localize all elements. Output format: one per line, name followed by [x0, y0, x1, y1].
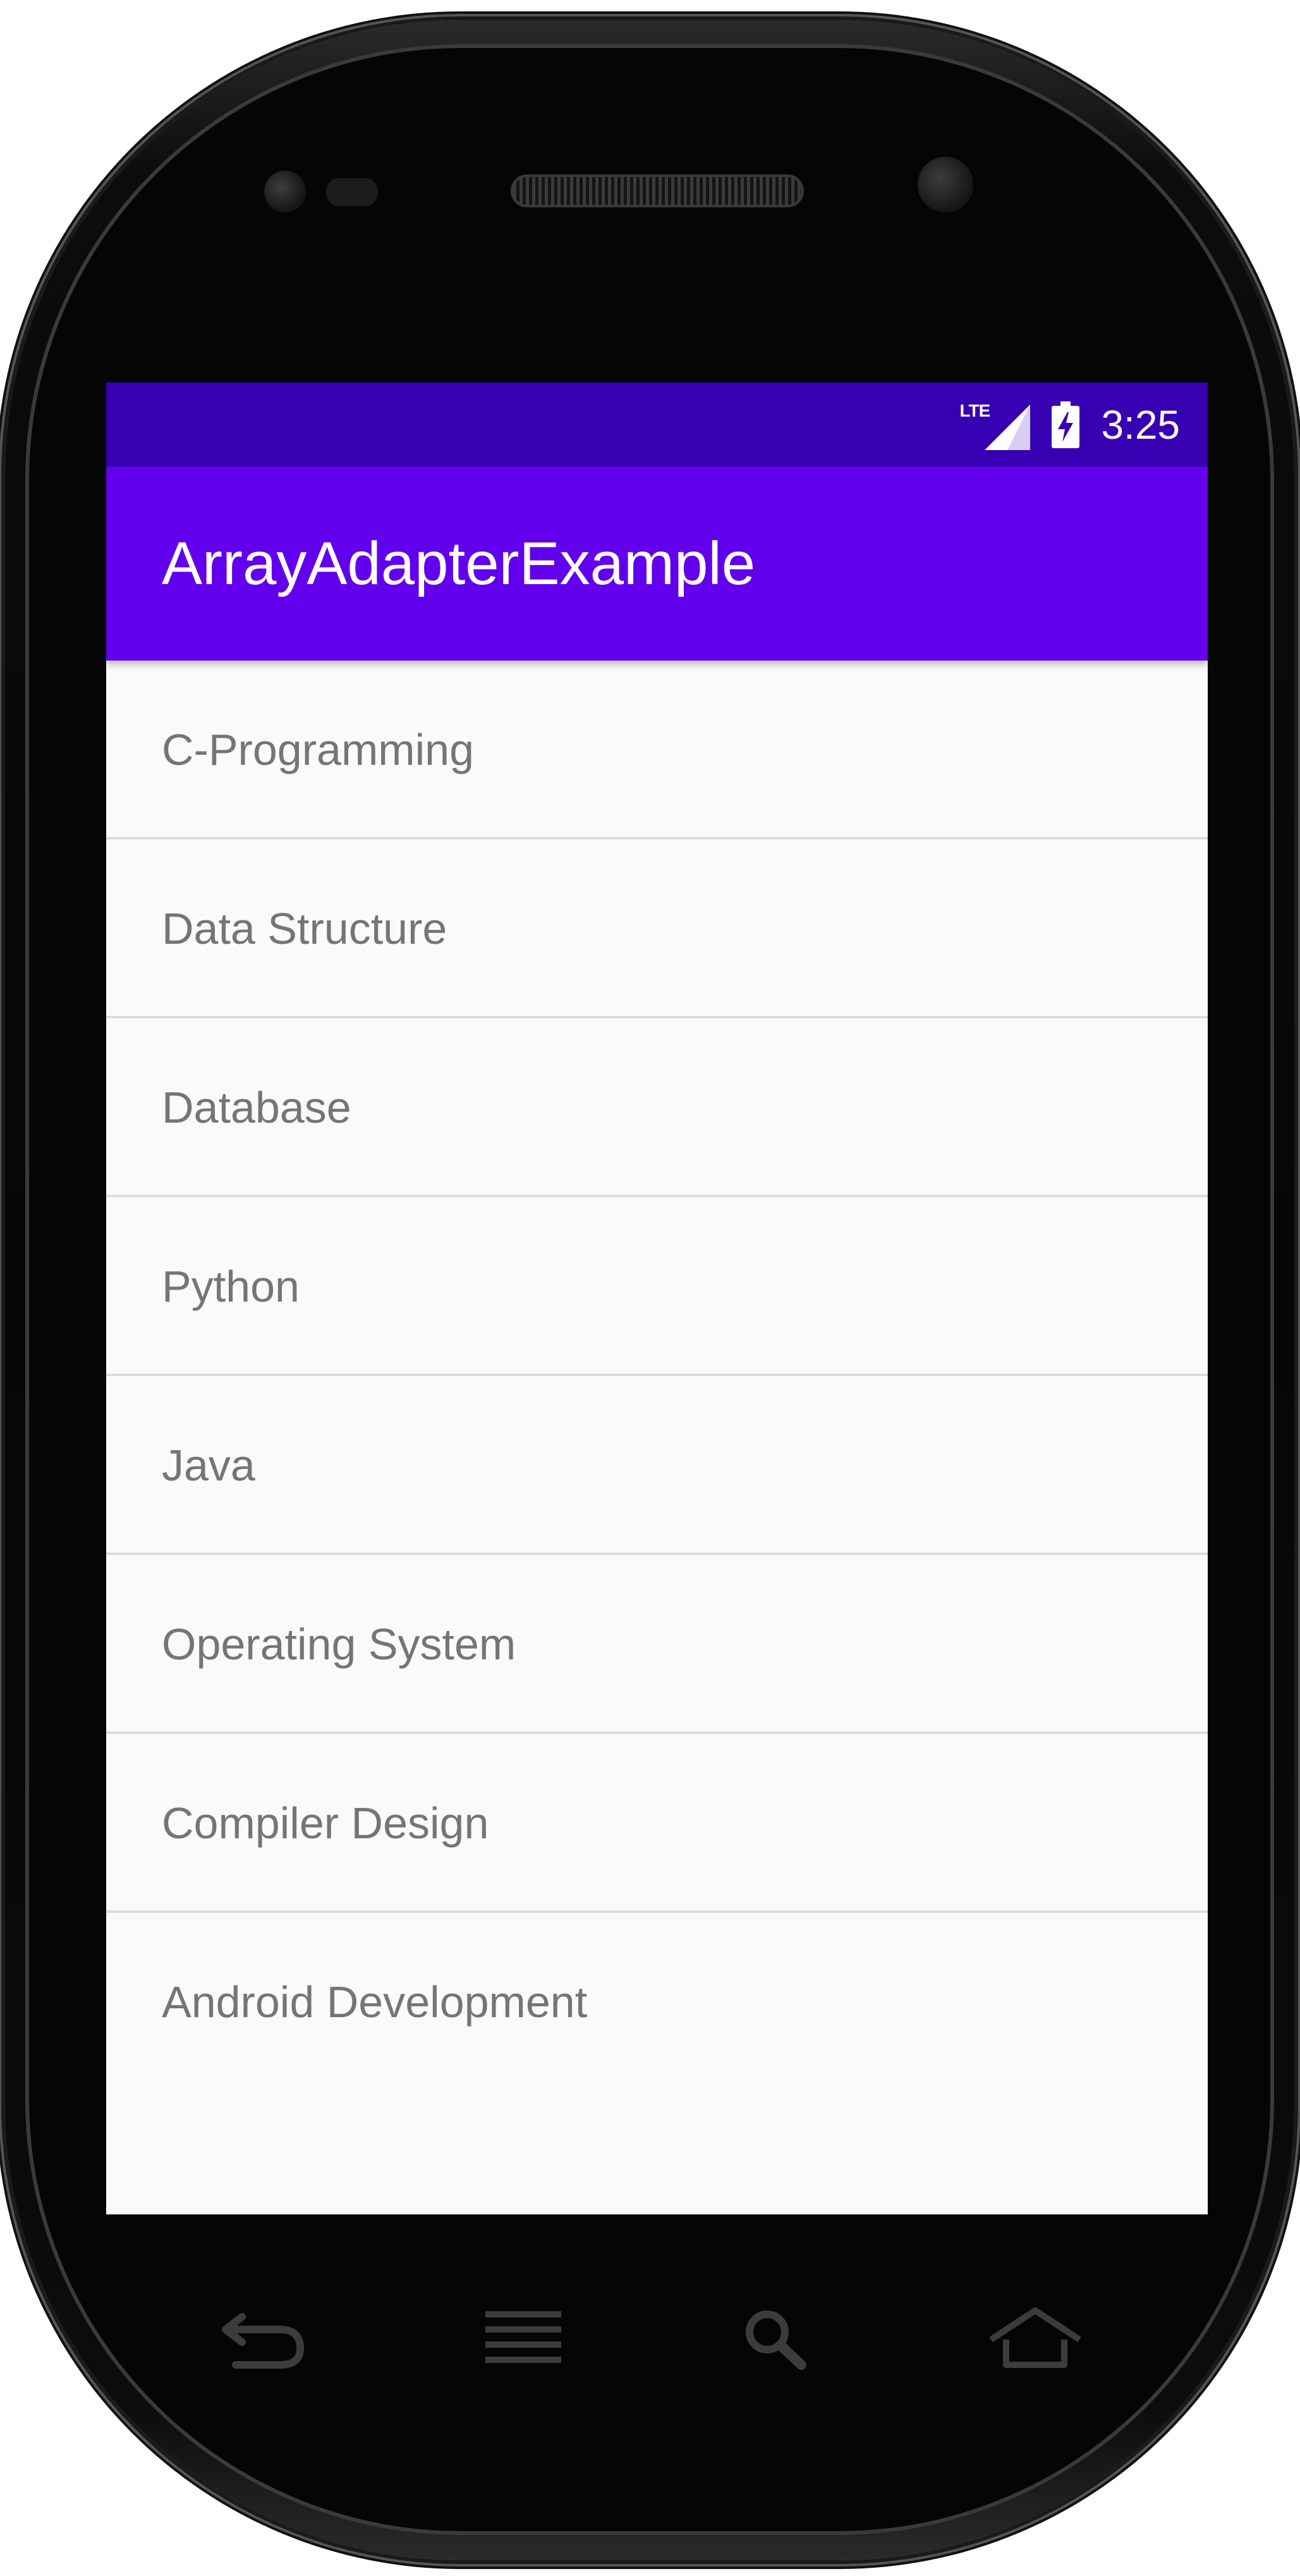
- list-item-label: Database: [162, 1083, 351, 1132]
- app-bar: ArrayAdapterExample: [106, 467, 1208, 661]
- earpiece-speaker: [511, 174, 804, 207]
- status-clock: 3:25: [1101, 401, 1180, 448]
- lte-label: LTE: [959, 400, 990, 420]
- list-item-label: Python: [162, 1262, 300, 1311]
- list-item-label: Compiler Design: [162, 1798, 489, 1848]
- list-item-label: Operating System: [162, 1620, 516, 1669]
- list-item[interactable]: Database: [106, 1018, 1208, 1197]
- list-item[interactable]: Java: [106, 1376, 1208, 1555]
- lte-signal-icon: LTE: [959, 400, 1031, 450]
- page: LTE 3:25 ArrayAdapterExample C-Programmi…: [0, 0, 1300, 2576]
- search-button[interactable]: [713, 2282, 839, 2396]
- app-title: ArrayAdapterExample: [162, 530, 756, 597]
- home-icon: [989, 2307, 1081, 2368]
- menu-icon: [485, 2311, 561, 2363]
- list-item[interactable]: Operating System: [106, 1555, 1208, 1734]
- back-icon: [222, 2313, 305, 2369]
- list-item-label: Java: [162, 1441, 255, 1490]
- device-screen: LTE 3:25 ArrayAdapterExample C-Programmi…: [106, 382, 1208, 2214]
- list-item-label: C-Programming: [162, 725, 474, 774]
- front-camera: [918, 157, 973, 212]
- hardware-nav-bar: [106, 2250, 1208, 2427]
- status-bar: LTE 3:25: [106, 382, 1208, 467]
- back-button[interactable]: [201, 2282, 327, 2396]
- search-icon: [746, 2310, 806, 2370]
- list-item[interactable]: Android Development: [106, 1913, 1208, 2092]
- battery-charging-icon: [1052, 401, 1080, 448]
- list-item[interactable]: Python: [106, 1197, 1208, 1376]
- home-button[interactable]: [972, 2282, 1098, 2396]
- course-list: C-Programming Data Structure Database Py…: [106, 661, 1208, 2092]
- list-item[interactable]: C-Programming: [106, 661, 1208, 839]
- light-sensor: [326, 178, 378, 206]
- menu-button[interactable]: [460, 2282, 586, 2396]
- list-item[interactable]: Data Structure: [106, 839, 1208, 1018]
- status-icons: LTE 3:25: [959, 382, 1180, 467]
- list-item-label: Data Structure: [162, 904, 447, 953]
- proximity-sensor: [264, 171, 306, 212]
- list-item[interactable]: Compiler Design: [106, 1734, 1208, 1913]
- list-item-label: Android Development: [162, 1977, 588, 2027]
